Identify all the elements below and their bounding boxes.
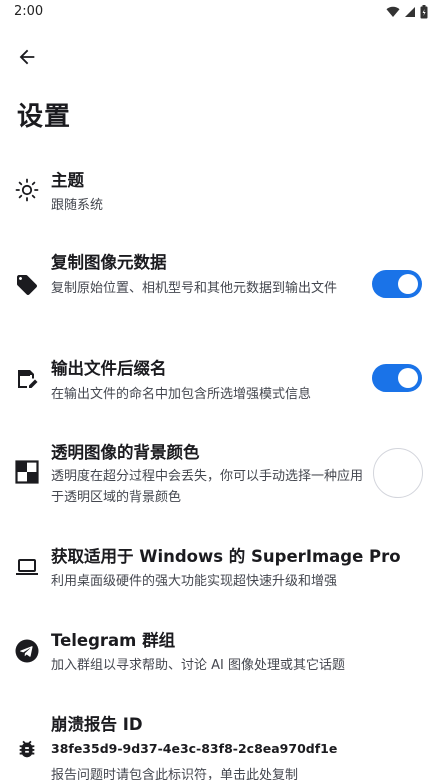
tag-icon [17,275,37,295]
checkerboard-icon [15,460,39,484]
switch-knob [398,368,418,388]
page-title: 设置 [17,102,72,132]
setting-copy-metadata[interactable]: 复制图像元数据 复制原始位置、相机型号和其他元数据到输出文件 [0,246,438,330]
setting-title: 主题 [51,171,84,190]
setting-title: 输出文件后缀名 [51,359,167,378]
back-button[interactable] [8,38,46,76]
background-color-swatch[interactable] [373,448,423,498]
setting-description: 利用桌面级硬件的强大功能实现超快速升级和增强 [51,574,338,589]
sun-icon [15,178,39,202]
setting-windows-pro[interactable]: 获取适用于 Windows 的 SuperImage Pro 利用桌面级硬件的强… [0,540,438,604]
setting-crash-report[interactable]: 崩溃报告 ID 38fe35d9-9d37-4e3c-83f8-2c8ea970… [0,708,438,780]
setting-title: Telegram 群组 [51,631,176,650]
setting-description: 在输出文件的命名中加包含所选增强模式信息 [51,387,312,402]
laptop-icon [16,559,38,575]
setting-telegram[interactable]: Telegram 群组 加入群组以寻求帮助、讨论 AI 图像处理或其它话题 [0,624,438,688]
bug-icon [19,740,35,758]
crash-report-id: 38fe35d9-9d37-4e3c-83f8-2c8ea970df1e [51,741,338,756]
setting-description: 加入群组以寻求帮助、讨论 AI 图像处理或其它话题 [51,658,345,673]
setting-transparent-bg[interactable]: 透明图像的背景颜色 透明度在超分过程中会丢失，你可以手动选择一种应用于透明区域的… [0,436,438,520]
setting-title: 崩溃报告 ID [51,715,143,734]
copy-metadata-switch[interactable] [372,270,422,298]
status-time: 2:00 [14,4,44,19]
setting-description: 跟随系统 [51,198,104,213]
switch-knob [398,274,418,294]
signal-icon [405,7,415,17]
file-edit-icon [18,370,38,388]
arrow-left-icon [19,49,35,65]
setting-theme[interactable]: 主题 跟随系统 [0,160,438,224]
settings-screen: 2:00 设置 主题 跟随系统 复制图像元数据 复制原始位置、相机型号和其他元数… [0,0,438,780]
telegram-icon [15,639,39,663]
setting-title: 获取适用于 Windows 的 SuperImage Pro [51,547,401,566]
setting-output-suffix[interactable]: 输出文件后缀名 在输出文件的命名中加包含所选增强模式信息 [0,352,438,416]
setting-description: 透明度在超分过程中会丢失，你可以手动选择一种应用于透明区域的背景颜色 [51,469,364,505]
setting-description: 报告问题时请包含此标识符，单击此处复制 [51,768,299,780]
setting-title: 复制图像元数据 [51,253,167,272]
wifi-icon [386,6,400,18]
setting-description: 复制原始位置、相机型号和其他元数据到输出文件 [51,281,338,296]
status-bar: 2:00 [0,0,438,24]
battery-icon [420,5,428,19]
setting-title: 透明图像的背景颜色 [51,443,200,462]
status-icons [386,4,428,20]
output-suffix-switch[interactable] [372,364,422,392]
